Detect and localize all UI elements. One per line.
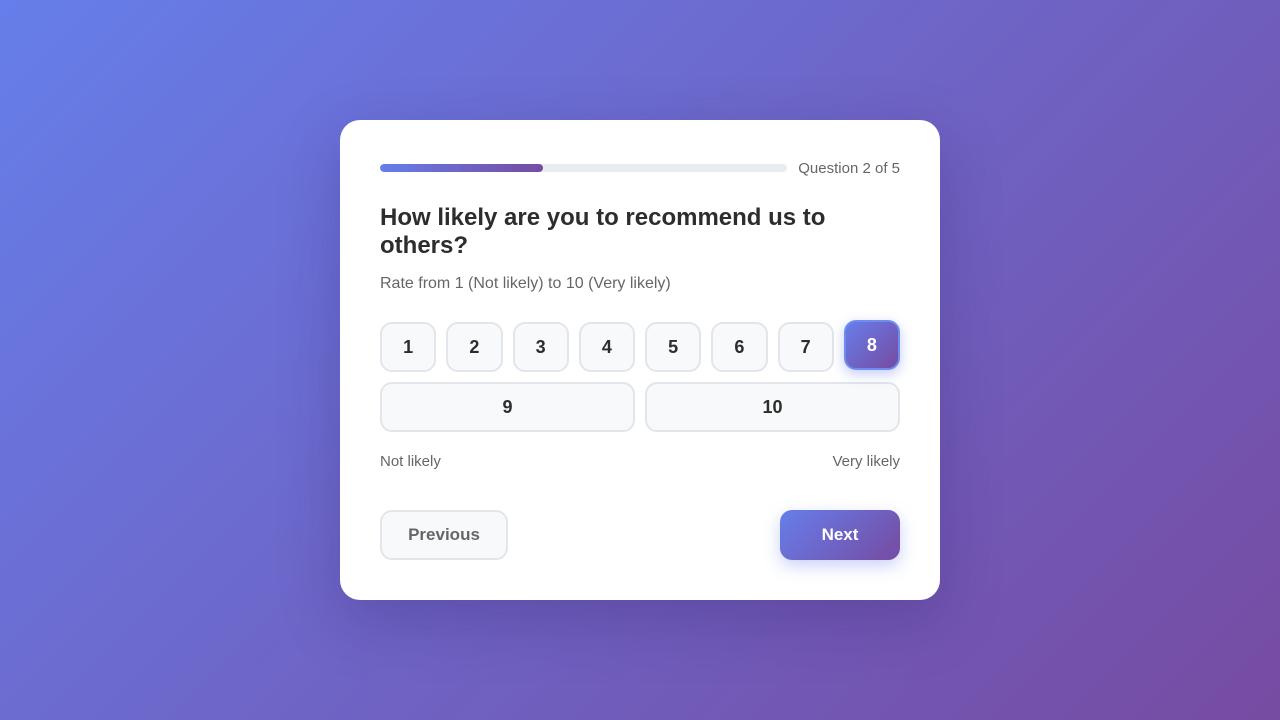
rating-option-3[interactable]: 3 [512,322,569,372]
question-title: How likely are you to recommend us to ot… [380,204,826,259]
progress-row: Question 2 of 5 [380,158,900,178]
survey-card: Question 2 of 5 How likely are you to re… [340,120,940,600]
scale-high-label: Very likely [832,453,900,470]
rating-option-1[interactable]: 1 [380,322,437,372]
question-subtitle: Rate from 1 (Not likely) to 10 (Very lik… [380,275,671,292]
next-button[interactable]: Next [780,510,900,560]
scale-low-label: Not likely [380,453,441,470]
rating-option-8[interactable]: 8 [843,320,900,370]
rating-option-9[interactable]: 9 [380,382,635,432]
rating-scale: 1 2 3 4 5 6 7 8 9 10 [380,320,900,432]
previous-button[interactable]: Previous [380,510,508,560]
scale-labels: Not likely Very likely [380,453,900,470]
rating-option-7[interactable]: 7 [777,322,834,372]
progress-bar [380,164,787,172]
rating-option-5[interactable]: 5 [645,322,702,372]
rating-option-6[interactable]: 6 [711,322,768,372]
rating-option-4[interactable]: 4 [578,322,635,372]
rating-option-2[interactable]: 2 [446,322,503,372]
progress-text: Question 2 of 5 [798,159,900,177]
rating-option-10[interactable]: 10 [645,382,900,432]
progress-bar-fill [380,164,543,172]
